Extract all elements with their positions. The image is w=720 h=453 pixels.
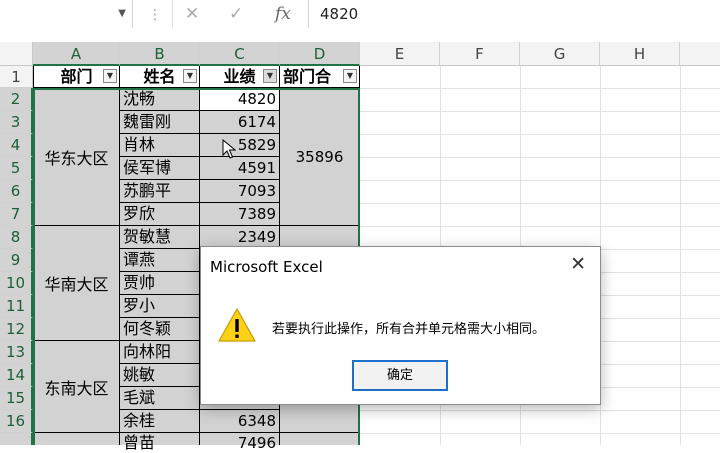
gridline bbox=[680, 66, 681, 445]
name-cell[interactable]: 罗小 bbox=[120, 295, 200, 318]
row-header-10[interactable]: 10 bbox=[0, 272, 33, 295]
merged-cell-region[interactable]: 华东大区 bbox=[33, 88, 120, 226]
name-cell[interactable]: 余桂 bbox=[120, 410, 200, 433]
header-label: 部门 bbox=[60, 67, 93, 86]
merged-cell-region[interactable]: 华南大区 bbox=[33, 226, 120, 341]
merged-cell-department-sum[interactable]: 35896 bbox=[280, 88, 360, 226]
value-cell[interactable]: 6174 bbox=[200, 111, 280, 134]
merged-cell-region[interactable]: 东南大区 bbox=[33, 341, 120, 433]
row-header-14[interactable]: 14 bbox=[0, 364, 33, 387]
row-header-17[interactable] bbox=[0, 433, 33, 445]
filter-dropdown-icon[interactable]: ▼ bbox=[103, 69, 117, 83]
value-cell[interactable]: 4591 bbox=[200, 157, 280, 180]
name-box[interactable]: ▼ bbox=[0, 0, 133, 28]
row-header-4[interactable]: 4 bbox=[0, 134, 33, 157]
name-cell[interactable]: 罗欣 bbox=[120, 203, 200, 226]
row-header-6[interactable]: 6 bbox=[0, 180, 33, 203]
column-header-b[interactable]: B bbox=[120, 42, 200, 66]
header-cell-performance[interactable]: 业绩 ▼ bbox=[200, 66, 280, 88]
row-header-8[interactable]: 8 bbox=[0, 226, 33, 249]
mouse-pointer-icon bbox=[222, 139, 236, 159]
value-cell[interactable]: 6348 bbox=[200, 410, 280, 433]
value-cell[interactable]: 7496 bbox=[200, 433, 280, 452]
row-header-3[interactable]: 3 bbox=[0, 111, 33, 134]
value-cell[interactable]: 7093 bbox=[200, 180, 280, 203]
name-cell[interactable]: 姚敏 bbox=[120, 364, 200, 387]
close-icon[interactable]: ✕ bbox=[570, 253, 586, 275]
column-header-f[interactable]: F bbox=[440, 42, 520, 66]
value-cell[interactable]: 5829 bbox=[200, 134, 280, 157]
select-all-corner[interactable] bbox=[0, 42, 33, 66]
header-label: 业绩 bbox=[223, 67, 256, 86]
name-cell[interactable]: 侯军博 bbox=[120, 157, 200, 180]
column-header-d[interactable]: D bbox=[280, 42, 360, 66]
row-header-5[interactable]: 5 bbox=[0, 157, 33, 180]
ok-button[interactable]: 确定 bbox=[352, 360, 448, 391]
filter-dropdown-icon[interactable]: ▼ bbox=[343, 69, 357, 83]
row-header-15[interactable]: 15 bbox=[0, 387, 33, 410]
name-cell[interactable]: 谭燕 bbox=[120, 249, 200, 272]
row-header-11[interactable]: 11 bbox=[0, 295, 33, 318]
column-header-e[interactable]: E bbox=[360, 42, 440, 66]
column-header-next[interactable] bbox=[680, 42, 720, 66]
header-cell-department-sum[interactable]: 部门合 ▼ bbox=[280, 66, 360, 88]
ribbon-gap bbox=[0, 30, 720, 42]
name-cell[interactable]: 贺敏慧 bbox=[120, 226, 200, 249]
column-header-a[interactable]: A bbox=[33, 42, 120, 66]
formula-input[interactable]: 4820 bbox=[320, 5, 358, 23]
insert-function-icon[interactable]: fx bbox=[275, 4, 291, 24]
column-header-g[interactable]: G bbox=[520, 42, 600, 66]
warning-icon bbox=[218, 308, 256, 342]
name-cell[interactable]: 贾帅 bbox=[120, 272, 200, 295]
name-cell[interactable]: 向林阳 bbox=[120, 341, 200, 364]
row-header-16[interactable]: 16 bbox=[0, 410, 33, 433]
name-cell[interactable]: 曾苗 bbox=[120, 433, 200, 452]
header-cell-department[interactable]: 部门 ▼ bbox=[33, 66, 120, 88]
row-header-12[interactable]: 12 bbox=[0, 318, 33, 341]
name-cell[interactable]: 毛斌 bbox=[120, 387, 200, 410]
cancel-icon[interactable]: ✕ bbox=[185, 4, 199, 24]
name-cell[interactable]: 苏鹏平 bbox=[120, 180, 200, 203]
row-header-9[interactable]: 9 bbox=[0, 249, 33, 272]
header-label: 姓名 bbox=[143, 67, 176, 86]
dialog-message: 若要执行此操作，所有合并单元格需大小相同。 bbox=[272, 322, 546, 337]
header-label: 部门合 bbox=[283, 67, 332, 86]
chevron-down-icon[interactable]: ▼ bbox=[118, 8, 126, 19]
row-header-13[interactable]: 13 bbox=[0, 341, 33, 364]
value-cell[interactable]: 7389 bbox=[200, 203, 280, 226]
row-header-1[interactable]: 1 bbox=[0, 66, 33, 88]
error-dialog: Microsoft Excel ✕ 若要执行此操作，所有合并单元格需大小相同。 … bbox=[200, 246, 601, 405]
column-header-h[interactable]: H bbox=[600, 42, 680, 66]
row-header-7[interactable]: 7 bbox=[0, 203, 33, 226]
merged-cell-region[interactable] bbox=[33, 433, 120, 445]
name-cell[interactable]: 何冬颖 bbox=[120, 318, 200, 341]
filter-dropdown-icon[interactable]: ▼ bbox=[183, 69, 197, 83]
sort-filter-icon[interactable]: ▼ bbox=[263, 69, 277, 83]
more-options-icon[interactable]: ⋮ bbox=[148, 7, 162, 23]
name-cell[interactable]: 魏雷刚 bbox=[120, 111, 200, 134]
merged-cell-department-sum[interactable] bbox=[280, 433, 360, 445]
enter-icon[interactable]: ✓ bbox=[229, 4, 243, 24]
formula-buttons: ✕ ✓ fx bbox=[172, 0, 309, 28]
name-cell[interactable]: 肖林 bbox=[120, 134, 200, 157]
column-header-c[interactable]: C bbox=[200, 42, 280, 66]
active-value-cell[interactable]: 4820 bbox=[200, 88, 280, 111]
dialog-title: Microsoft Excel bbox=[210, 258, 323, 276]
formula-bar: ▼ ⋮ ✕ ✓ fx 4820 bbox=[0, 0, 720, 31]
header-cell-name[interactable]: 姓名 ▼ bbox=[120, 66, 200, 88]
name-cell[interactable]: 沈畅 bbox=[120, 88, 200, 111]
row-header-2[interactable]: 2 bbox=[0, 88, 33, 111]
